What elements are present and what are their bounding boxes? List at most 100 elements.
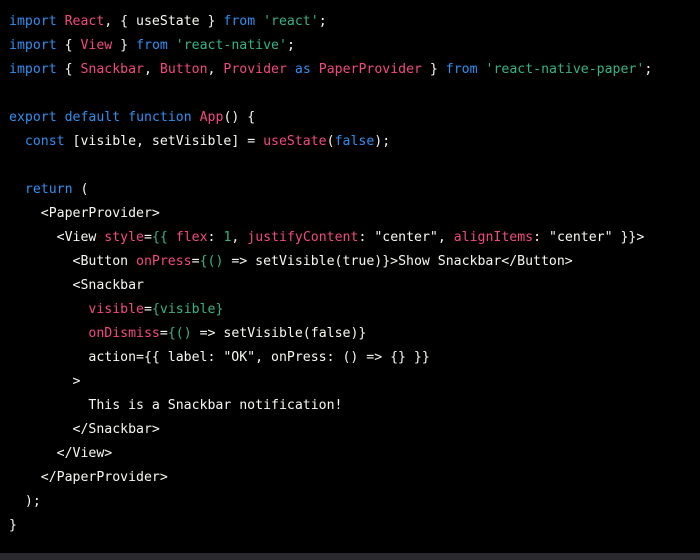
code-token: {{ [151,230,168,245]
code-token: </View> [9,446,113,461]
code-token: visible [88,302,144,317]
code-token: function [128,110,192,125]
code-line: } [9,514,652,538]
code-token: Provider [223,62,287,77]
code-line: <PaperProvider> [9,202,652,226]
code-token: const [24,134,65,149]
code-token: => setVisible(true)}>Show Snackbar</Butt… [223,254,573,269]
code-token: false [334,134,375,149]
code-token: onDismiss [88,326,160,341]
code-token: => setVisible(false)} [191,326,367,341]
code-token: Snackbar [80,62,144,77]
code-block[interactable]: import React, { useState } from 'react';… [0,0,700,553]
code-line: action={{ label: "OK", onPress: () => {}… [9,346,652,370]
code-token: <Button [9,254,137,269]
code-token: import [9,62,57,77]
code-token: </PaperProvider> [9,470,168,485]
code-token: : [207,230,224,245]
code-token: as [294,62,311,77]
code-line: return ( [9,178,652,202]
code-token: = [143,302,152,317]
code-line: const [visible, setVisible] = useState(f… [9,130,652,154]
code-token: import [9,14,57,29]
code-token: from [223,14,256,29]
code-token: export [9,110,57,125]
code-token: : "center" }}> [533,230,645,245]
code-token: ); [374,134,391,149]
code-token: PaperProvider [318,62,422,77]
code-token: , { useState } [104,14,224,29]
code-line: onDismiss={() => setVisible(false)} [9,322,652,346]
code-token: , [207,62,224,77]
code-token: This is a Snackbar notification! [9,398,343,413]
code-token: Button [159,62,208,77]
code-token: = [143,230,152,245]
code-line: This is a Snackbar notification! [9,394,652,418]
code-token: ; [318,14,327,29]
code-token: } [421,62,446,77]
code-token: App [199,110,224,125]
code-lines: import React, { useState } from 'react';… [9,10,652,538]
code-token: > [9,374,81,389]
code-token: </Snackbar> [9,422,160,437]
code-line: visible={visible} [9,298,652,322]
code-token: default [64,110,121,125]
horizontal-scrollbar-track[interactable] [0,553,700,560]
code-token: { [56,38,81,53]
code-token: ( [72,182,89,197]
code-token: {visible} [151,302,224,317]
code-token: import [9,38,57,53]
code-line: <View style={{ flex: 1, justifyContent: … [9,226,652,250]
code-token: from [136,38,168,53]
code-token: View [80,38,113,53]
code-token: justifyContent [247,230,359,245]
code-token: onPress [136,254,192,269]
code-token: 'react-native' [175,38,287,53]
code-token: {() [199,254,224,269]
code-token: [visible, setVisible] = [64,134,264,149]
code-token: () { [223,110,256,125]
code-token: ); [9,494,41,509]
code-token: , [231,230,248,245]
code-token: flex [175,230,208,245]
code-token: <View [9,230,105,245]
code-token: : "center", [358,230,454,245]
code-line: <Button onPress={() => setVisible(true)}… [9,250,652,274]
code-token: useState [263,134,327,149]
code-token: = [191,254,200,269]
code-token: style [104,230,144,245]
code-token: <PaperProvider> [9,206,160,221]
code-line: import { Snackbar, Button, Provider as P… [9,58,652,82]
code-token: } [9,518,17,533]
code-token: 'react' [263,14,319,29]
code-token: {() [167,326,192,341]
code-line: </Snackbar> [9,418,652,442]
code-line: ); [9,490,652,514]
code-token: action={{ label: "OK", onPress: () => {}… [9,350,430,365]
code-line: </PaperProvider> [9,466,652,490]
code-token: ; [286,38,295,53]
code-token: 'react-native-paper' [485,62,645,77]
code-line: export default function App() { [9,106,652,130]
code-token: return [24,182,73,197]
code-token: ; [644,62,653,77]
code-token: { [56,62,81,77]
code-token: alignItems [453,230,534,245]
code-token: , [144,62,160,77]
code-line: </View> [9,442,652,466]
